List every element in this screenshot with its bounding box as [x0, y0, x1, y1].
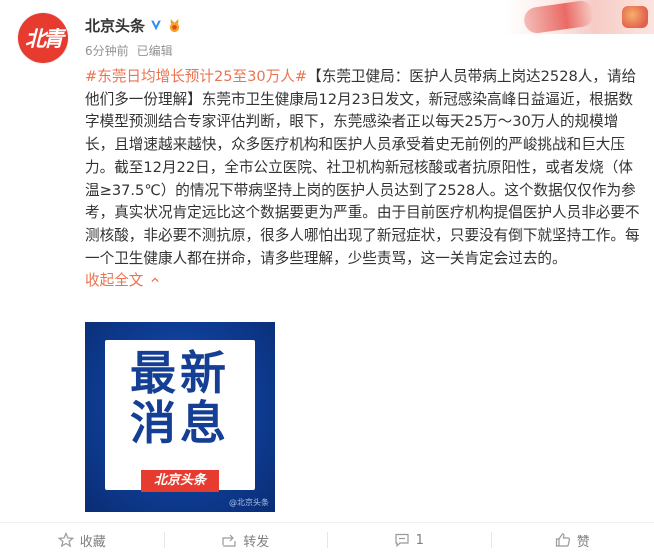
- chevron-up-icon: [151, 276, 159, 284]
- image-brand-logo: 北京头条: [141, 470, 219, 492]
- collapse-label: 收起全文: [85, 272, 143, 289]
- avatar[interactable]: 北青: [18, 13, 68, 63]
- action-bar: 收藏 转发 1 赞: [0, 522, 654, 557]
- post-image[interactable]: 最新消息 北京头条 @北京头条: [85, 322, 275, 512]
- image-title-text: 最新消息: [111, 348, 249, 448]
- author-name[interactable]: 北京头条: [85, 15, 145, 36]
- share-icon: [221, 532, 237, 548]
- header-decoration-banner: [504, 0, 654, 34]
- comment-button[interactable]: 1: [327, 523, 491, 557]
- gold-fan-badge-icon: [167, 18, 182, 33]
- avatar-logo-text: 北青: [25, 23, 61, 53]
- collapse-text-link[interactable]: 收起全文: [85, 272, 159, 289]
- repost-label: 转发: [243, 531, 269, 550]
- image-watermark: @北京头条: [229, 497, 269, 508]
- comment-icon: [394, 532, 410, 548]
- like-label: 赞: [577, 531, 590, 550]
- post-body: 【东莞卫健局：医护人员带病上岗达2528人，请给他们多一份理解】东莞市卫生健康局…: [85, 68, 640, 267]
- post-meta: 6分钟前 已编辑: [85, 42, 173, 59]
- favorite-label: 收藏: [80, 531, 106, 550]
- favorite-button[interactable]: 收藏: [0, 523, 164, 557]
- lantern-decoration: [622, 6, 648, 28]
- post-text: #东莞日均增长预计25至30万人#【东莞卫健局：医护人员带病上岗达2528人，请…: [85, 66, 645, 293]
- like-button[interactable]: 赞: [491, 523, 654, 557]
- star-icon: [58, 532, 74, 548]
- topic-tag-link[interactable]: #东莞日均增长预计25至30万人#: [85, 68, 307, 85]
- edited-label[interactable]: 已编辑: [137, 42, 173, 59]
- verified-badge-icon: [149, 18, 163, 32]
- comment-count: 1: [416, 533, 424, 548]
- repost-button[interactable]: 转发: [164, 523, 328, 557]
- thumbs-up-icon: [555, 532, 571, 548]
- ribbon-decoration: [523, 0, 596, 34]
- author-row: 北京头条: [85, 13, 182, 37]
- post-time[interactable]: 6分钟前: [85, 42, 129, 59]
